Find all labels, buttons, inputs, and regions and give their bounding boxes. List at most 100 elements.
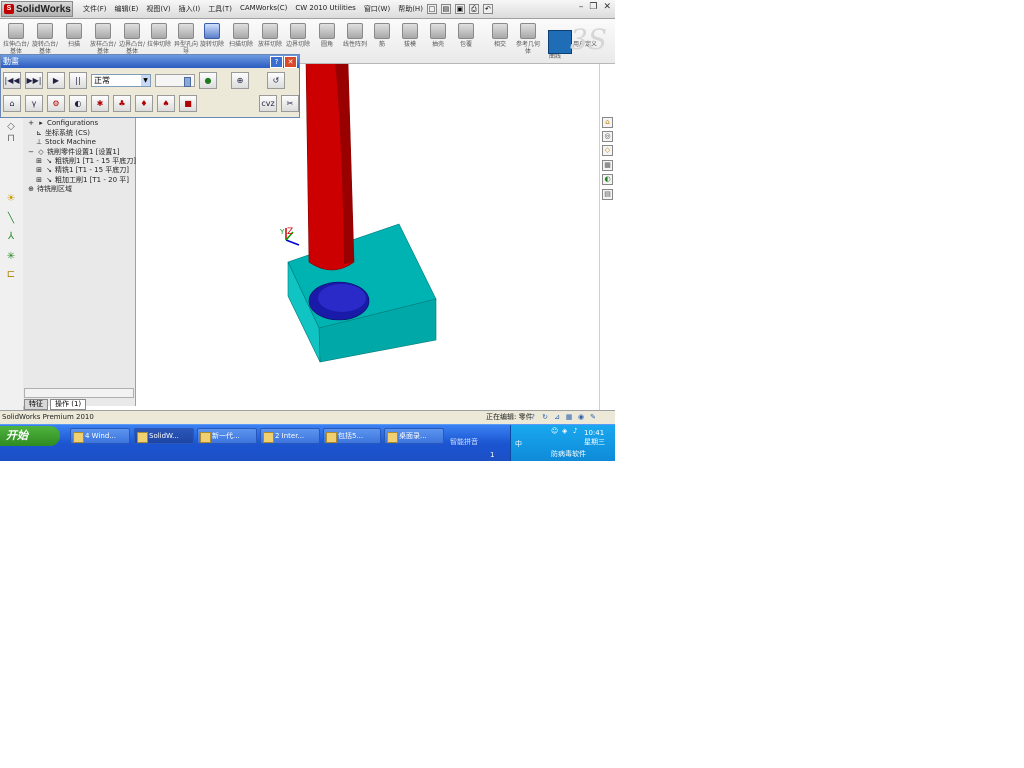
taskbar-button[interactable]: 新一代... bbox=[197, 428, 257, 444]
undo-icon[interactable]: ↶ bbox=[482, 4, 493, 14]
point-icon[interactable]: ✳ bbox=[4, 250, 18, 264]
cmd-boundary-boss[interactable]: 边界凸台/基体 bbox=[118, 23, 146, 55]
close-panel-button[interactable]: ✕ bbox=[284, 56, 297, 68]
network-icon[interactable]: ◈ bbox=[562, 427, 571, 436]
display-icon[interactable]: ◉ bbox=[576, 412, 586, 422]
tab-operations[interactable]: 操作 (1) bbox=[50, 399, 87, 410]
tool-display-button[interactable]: ✱ bbox=[91, 95, 109, 112]
appearances-icon[interactable]: ▤ bbox=[602, 189, 613, 200]
resources-icon[interactable]: ◎ bbox=[602, 131, 613, 142]
cmd-loft-boss[interactable]: 放样凸台/基体 bbox=[89, 23, 117, 55]
cmd-loft-cut[interactable]: 放样切除 bbox=[256, 23, 284, 48]
input-method[interactable]: 智能拼音 bbox=[450, 437, 478, 447]
cut-tool-button[interactable]: ✂ bbox=[281, 95, 299, 112]
menu-insert[interactable]: 插入(I) bbox=[179, 4, 201, 14]
solidworks-logo[interactable]: S SolidWorks bbox=[1, 1, 73, 17]
cmd-shell[interactable]: 抽壳 bbox=[424, 23, 452, 48]
taskbar-button[interactable]: SolidW... bbox=[134, 428, 194, 444]
new-document-icon[interactable]: □ bbox=[426, 4, 437, 14]
record-button[interactable]: ● bbox=[199, 72, 217, 89]
fast-forward-button[interactable]: ▶▶| bbox=[25, 72, 43, 89]
cmd-boundary-cut[interactable]: 边界切除 bbox=[284, 23, 312, 48]
minimize-button[interactable]: – bbox=[579, 2, 584, 12]
cmd-hole-wizard[interactable]: 异型孔向导 bbox=[172, 23, 200, 55]
simulation-panel-title[interactable]: 動畫 ? ✕ bbox=[1, 55, 299, 68]
speed-slider[interactable] bbox=[155, 74, 195, 87]
cmd-rib[interactable]: 筋 bbox=[368, 23, 396, 48]
step-icon[interactable]: ⊓ bbox=[4, 132, 18, 146]
cmd-intersect[interactable]: 相交 bbox=[486, 23, 514, 48]
taskbar-button[interactable]: 桌面录... bbox=[384, 428, 444, 444]
design-library-icon[interactable]: ◇ bbox=[602, 145, 613, 156]
clock[interactable]: 10:41 星期三 bbox=[584, 429, 605, 447]
save-icon[interactable]: ▣ bbox=[454, 4, 465, 14]
user-addin-icon[interactable] bbox=[548, 30, 572, 54]
tree-item[interactable]: ⊾ 坐标系统 (CS) bbox=[35, 128, 90, 138]
taskbar-button[interactable]: 4 Wind... bbox=[70, 428, 130, 444]
tree-item[interactable]: ⊕ 待铣削区域 bbox=[27, 184, 72, 194]
help-icon[interactable]: ? bbox=[528, 412, 538, 422]
antivirus-status[interactable]: 防病毒软件 bbox=[551, 449, 586, 459]
restore-button[interactable]: ❐ bbox=[589, 2, 597, 12]
coordinate-button[interactable]: cvz bbox=[259, 95, 277, 112]
cmd-sweep-cut[interactable]: 扫描切除 bbox=[227, 23, 255, 48]
grid-icon[interactable]: ▦ bbox=[564, 412, 574, 422]
user-icon[interactable]: ☺ bbox=[551, 427, 560, 436]
tree-item[interactable]: ⊞ ↘ 精铣1 [T1 - 15 平底刀] bbox=[35, 165, 129, 175]
cmd-curves[interactable]: 曲线 bbox=[540, 53, 570, 60]
menu-view[interactable]: 视图(V) bbox=[146, 4, 170, 14]
edit-icon[interactable]: ✎ bbox=[588, 412, 598, 422]
tree-item[interactable]: ⊥ Stock Machine bbox=[35, 138, 96, 146]
home-view-button[interactable]: ⌂ bbox=[3, 95, 21, 112]
menu-file[interactable]: 文件(F) bbox=[83, 4, 107, 14]
cmd-sweep[interactable]: 扫描 bbox=[60, 23, 88, 48]
start-button[interactable]: 开始 bbox=[0, 426, 60, 446]
close-button[interactable]: ✕ bbox=[603, 2, 611, 12]
axis-icon[interactable]: ⅄ bbox=[4, 230, 18, 244]
settings-button[interactable]: ⚙ bbox=[47, 95, 65, 112]
ime-indicator[interactable]: 中 bbox=[515, 439, 522, 449]
cmd-reference-geometry[interactable]: 参考几何体 bbox=[514, 23, 542, 55]
shading-button[interactable]: ◐ bbox=[69, 95, 87, 112]
volume-icon[interactable]: ♪ bbox=[573, 427, 582, 436]
toggle-view-button[interactable]: ⊕ bbox=[231, 72, 249, 89]
part-display-button[interactable]: ♠ bbox=[157, 95, 175, 112]
units-icon[interactable]: ⊿ bbox=[552, 412, 562, 422]
speed-select[interactable]: 正常 ▼ bbox=[91, 74, 151, 87]
cmd-revolve-boss[interactable]: 旋转凸台/基体 bbox=[31, 23, 59, 55]
difference-display-button[interactable]: ■ bbox=[179, 95, 197, 112]
toolpath-display-button[interactable]: ♦ bbox=[135, 95, 153, 112]
gamma-button[interactable]: γ bbox=[25, 95, 43, 112]
menu-camworks[interactable]: CAMWorks(C) bbox=[240, 4, 287, 14]
tree-item[interactable]: + ▸ Configurations bbox=[27, 119, 98, 127]
collapse-tree-icon[interactable]: − bbox=[27, 148, 35, 156]
open-folder-icon[interactable]: ▤ bbox=[440, 4, 451, 14]
rewind-button[interactable]: |◀◀ bbox=[3, 72, 21, 89]
menu-window[interactable]: 窗口(W) bbox=[364, 4, 390, 14]
print-icon[interactable]: ⎙ bbox=[468, 4, 479, 14]
home-icon[interactable]: ⌂ bbox=[602, 117, 613, 128]
reset-button[interactable]: ↺ bbox=[267, 72, 285, 89]
file-explorer-icon[interactable]: ▦ bbox=[602, 160, 613, 171]
rebuild-icon[interactable]: ↻ bbox=[540, 412, 550, 422]
expand-icon[interactable]: ⊞ bbox=[35, 157, 43, 165]
menu-help[interactable]: 帮助(H) bbox=[398, 4, 423, 14]
menu-tools[interactable]: 工具(T) bbox=[208, 4, 232, 14]
chevron-down-icon[interactable]: ▼ bbox=[141, 75, 150, 86]
pause-button[interactable]: || bbox=[69, 72, 87, 89]
cmd-draft[interactable]: 拔模 bbox=[396, 23, 424, 48]
bracket-icon[interactable]: ⊏ bbox=[4, 268, 18, 282]
slider-knob[interactable] bbox=[184, 77, 191, 87]
view-palette-icon[interactable]: ◐ bbox=[602, 174, 613, 185]
expand-icon[interactable]: ⊞ bbox=[35, 166, 43, 174]
cmd-fillet[interactable]: 圆角 bbox=[313, 23, 341, 48]
cmd-extrude-boss[interactable]: 拉伸凸台/基体 bbox=[2, 23, 30, 55]
stock-display-button[interactable]: ♣ bbox=[113, 95, 131, 112]
cmd-linear-pattern[interactable]: 线性阵列 bbox=[341, 23, 369, 48]
tree-horizontal-scrollbar[interactable] bbox=[24, 388, 134, 398]
menu-edit[interactable]: 编辑(E) bbox=[115, 4, 139, 14]
light-icon[interactable]: ☀ bbox=[4, 192, 18, 206]
line-icon[interactable]: ╲ bbox=[4, 212, 18, 226]
cmd-wrap[interactable]: 包覆 bbox=[452, 23, 480, 48]
menu-cw-utilities[interactable]: CW 2010 Utilities bbox=[295, 4, 355, 14]
